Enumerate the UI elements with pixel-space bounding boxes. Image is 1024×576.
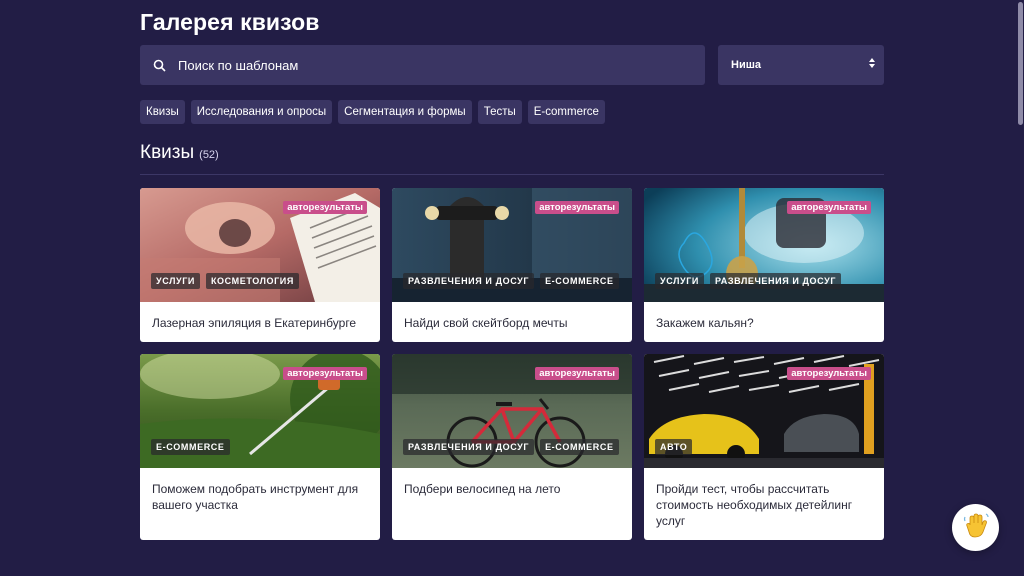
- filter-research-surveys[interactable]: Исследования и опросы: [190, 100, 333, 124]
- card-tag: E-COMMERCE: [151, 439, 230, 455]
- filter-ecommerce[interactable]: E-commerce: [527, 100, 605, 124]
- card-tag: УСЛУГИ: [151, 273, 200, 289]
- quiz-card-bicycle[interactable]: авторезультаты РАЗВЛЕЧЕНИЯ И ДОСУГ E-COM…: [392, 354, 632, 540]
- quiz-card-laser-epilation[interactable]: авторезультаты УСЛУГИ КОСМЕТОЛОГИЯ Лазер…: [140, 188, 380, 342]
- card-title: Закажем кальян?: [656, 316, 754, 330]
- card-tag: E-COMMERCE: [540, 273, 619, 289]
- category-filters: Квизы Исследования и опросы Сегментация …: [140, 100, 605, 124]
- card-title: Пройди тест, чтобы рассчитать стоимость …: [656, 482, 853, 528]
- card-tag: РАЗВЛЕЧЕНИЯ И ДОСУГ: [403, 273, 535, 289]
- card-image: авторезультаты АВТО: [644, 354, 884, 468]
- card-tags: УСЛУГИ КОСМЕТОЛОГИЯ: [151, 273, 299, 289]
- card-title: Поможем подобрать инструмент для вашего …: [152, 482, 359, 512]
- card-title: Найди свой скейтборд мечты: [404, 316, 568, 330]
- section-count: (52): [199, 149, 219, 161]
- filter-tests[interactable]: Тесты: [477, 100, 522, 124]
- section-title: Квизы: [140, 142, 195, 163]
- search-icon: [140, 45, 178, 85]
- card-tag: E-COMMERCE: [540, 439, 619, 455]
- card-tags: АВТО: [655, 439, 693, 455]
- card-tags: РАЗВЛЕЧЕНИЯ И ДОСУГ E-COMMERCE: [403, 439, 619, 455]
- card-image: авторезультаты E-COMMERCE: [140, 354, 380, 468]
- card-tags: РАЗВЛЕЧЕНИЯ И ДОСУГ E-COMMERCE: [403, 273, 619, 289]
- auto-results-badge: авторезультаты: [535, 367, 619, 380]
- card-tag: УСЛУГИ: [655, 273, 704, 289]
- section-heading: Квизы (52): [140, 142, 219, 164]
- auto-results-badge: авторезультаты: [787, 201, 871, 214]
- niche-select[interactable]: Ниша: [718, 45, 884, 85]
- quiz-card-car-detailing[interactable]: авторезультаты АВТО Пройди тест, чтобы р…: [644, 354, 884, 540]
- search-box[interactable]: [140, 45, 705, 85]
- auto-results-badge: авторезультаты: [283, 367, 367, 380]
- quiz-card-garden-tool[interactable]: авторезультаты E-COMMERCE Поможем подобр…: [140, 354, 380, 540]
- card-image: авторезультаты УСЛУГИ РАЗВЛЕЧЕНИЯ И ДОСУ…: [644, 188, 884, 302]
- niche-select-value: Ниша: [731, 59, 761, 71]
- filter-quizzes[interactable]: Квизы: [140, 100, 185, 124]
- select-arrows-icon: [869, 58, 875, 68]
- scrollbar[interactable]: [1017, 0, 1024, 576]
- waving-hand-icon: [962, 511, 990, 544]
- card-tags: УСЛУГИ РАЗВЛЕЧЕНИЯ И ДОСУГ: [655, 273, 842, 289]
- card-tag: РАЗВЛЕЧЕНИЯ И ДОСУГ: [403, 439, 535, 455]
- help-chat-button[interactable]: [952, 504, 999, 551]
- page-title: Галерея квизов: [140, 9, 320, 35]
- auto-results-badge: авторезультаты: [283, 201, 367, 214]
- card-title: Подбери велосипед на лето: [404, 482, 561, 496]
- divider: [140, 174, 884, 175]
- card-image: авторезультаты УСЛУГИ КОСМЕТОЛОГИЯ: [140, 188, 380, 302]
- card-tags: E-COMMERCE: [151, 439, 230, 455]
- card-image: авторезультаты РАЗВЛЕЧЕНИЯ И ДОСУГ E-COM…: [392, 188, 632, 302]
- search-input[interactable]: [178, 57, 678, 73]
- quiz-card-hookah[interactable]: авторезультаты УСЛУГИ РАЗВЛЕЧЕНИЯ И ДОСУ…: [644, 188, 884, 342]
- filter-segmentation-forms[interactable]: Сегментация и формы: [338, 100, 472, 124]
- card-title: Лазерная эпиляция в Екатеринбурге: [152, 316, 357, 330]
- card-tag: РАЗВЛЕЧЕНИЯ И ДОСУГ: [709, 273, 842, 289]
- auto-results-badge: авторезультаты: [535, 201, 619, 214]
- scrollbar-thumb[interactable]: [1018, 2, 1023, 125]
- card-tag: КОСМЕТОЛОГИЯ: [205, 273, 299, 289]
- card-tag: АВТО: [655, 439, 693, 455]
- quiz-card-skateboard[interactable]: авторезультаты РАЗВЛЕЧЕНИЯ И ДОСУГ E-COM…: [392, 188, 632, 342]
- card-image: авторезультаты РАЗВЛЕЧЕНИЯ И ДОСУГ E-COM…: [392, 354, 632, 468]
- auto-results-badge: авторезультаты: [787, 367, 871, 380]
